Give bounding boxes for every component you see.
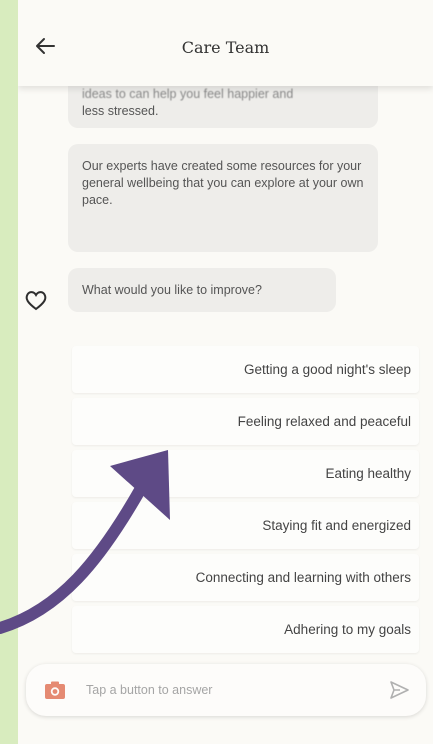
message-bubble: What would you like to improve?	[68, 268, 336, 312]
message-composer	[26, 664, 426, 716]
message-partial-line: ideas to can help you feel happier and	[82, 87, 294, 101]
option-button[interactable]: Connecting and learning with others	[72, 554, 419, 601]
page-title: Care Team	[181, 38, 270, 57]
heart-outline-icon	[25, 291, 47, 311]
option-button[interactable]: Eating healthy	[72, 450, 419, 497]
message-bubble: Our experts have created some resources …	[68, 144, 378, 252]
message-text: less stressed.	[82, 104, 159, 118]
header: Care Team	[18, 0, 433, 86]
option-button[interactable]: Feeling relaxed and peaceful	[72, 398, 419, 445]
message-text: What would you like to improve?	[82, 283, 262, 297]
option-button[interactable]: Getting a good night's sleep	[72, 346, 419, 393]
answer-input[interactable]	[86, 678, 366, 702]
message-text: Our experts have created some resources …	[82, 159, 364, 207]
option-button[interactable]: Adhering to my goals	[72, 606, 419, 653]
camera-icon[interactable]	[44, 680, 66, 700]
answer-options: Getting a good night's sleep Feeling rel…	[72, 346, 419, 658]
option-button[interactable]: Staying fit and energized	[72, 502, 419, 549]
send-icon[interactable]	[388, 680, 410, 700]
chat-screen: Care Team ideas to can help you feel hap…	[18, 0, 433, 744]
